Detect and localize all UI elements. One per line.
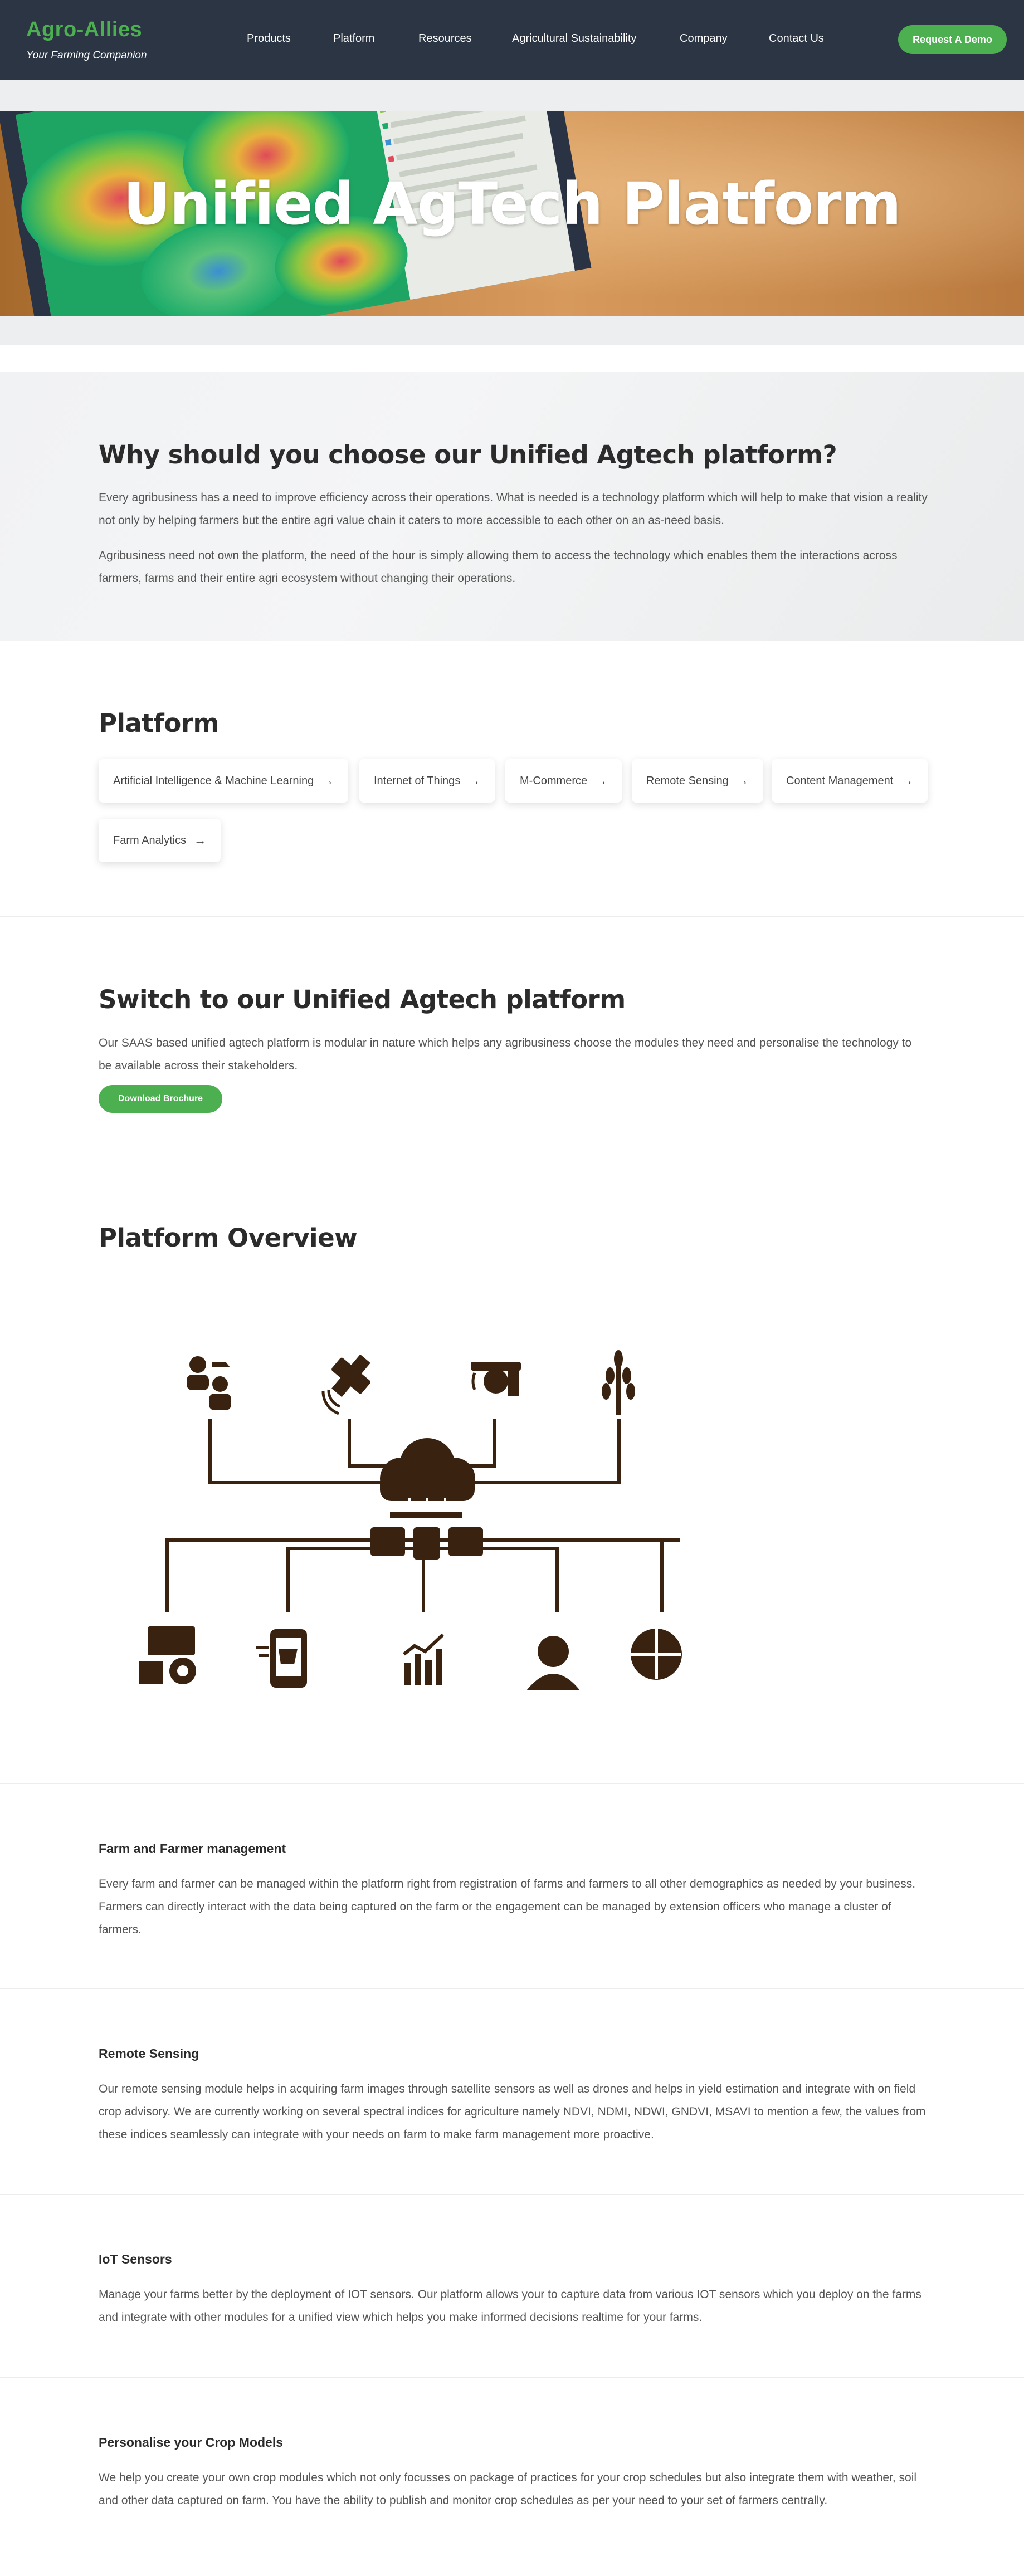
support-agent-icon	[526, 1636, 580, 1690]
chip-label: Remote Sensing	[646, 774, 729, 787]
platform-chip-content-management[interactable]: Content Management →	[772, 759, 928, 803]
overview-title: Platform Overview	[99, 1223, 358, 1253]
chip-label: M-Commerce	[520, 774, 588, 787]
top-navigation-bar: Agro-Allies Your Farming Companion Produ…	[0, 0, 1024, 80]
platform-chip-ai-ml[interactable]: Artificial Intelligence & Machine Learni…	[99, 759, 349, 803]
section-divider	[0, 916, 1024, 917]
platform-chip-m-commerce[interactable]: M-Commerce →	[505, 759, 622, 803]
hero-banner: Unified AgTech Platform	[0, 111, 1024, 316]
brand-tagline: Your Farming Companion	[26, 50, 147, 61]
feature-text: Our remote sensing module helps in acqui…	[99, 2083, 926, 2141]
feature-text: Every farm and farmer can be managed wit…	[99, 1878, 916, 1936]
chip-label: Artificial Intelligence & Machine Learni…	[113, 774, 314, 787]
switch-paragraph: Our SAAS based unified agtech platform i…	[99, 1037, 912, 1072]
arrow-right-icon: →	[736, 774, 749, 788]
section-divider	[0, 1783, 1024, 1784]
arrow-right-icon: →	[901, 774, 914, 788]
main-menu: Products Platform Resources Agricultural…	[0, 32, 1024, 49]
why-paragraph-1: Every agribusiness has a need to improve…	[99, 491, 928, 527]
mobile-commerce-icon	[256, 1629, 307, 1688]
section-divider	[0, 1988, 1024, 1989]
platform-title: Platform	[99, 708, 219, 738]
nav-link-company[interactable]: Company	[680, 32, 728, 45]
section-divider	[0, 2377, 1024, 2378]
chip-label: Internet of Things	[374, 774, 461, 787]
download-brochure-button[interactable]: Download Brochure	[99, 1085, 222, 1113]
chip-label: Farm Analytics	[113, 834, 187, 847]
hero-title: Unified AgTech Platform	[123, 170, 901, 238]
nav-link-contact-us[interactable]: Contact Us	[769, 32, 824, 45]
integration-puzzle-icon	[631, 1629, 682, 1680]
feature-title: Personalise your Crop Models	[99, 2435, 284, 2450]
section-divider	[0, 2194, 1024, 2195]
why-content: Why should you choose our Unified Agtech…	[99, 440, 934, 590]
dashboard-icon	[139, 1626, 196, 1684]
request-demo-button[interactable]: Request A Demo	[898, 25, 1007, 54]
platform-chip-farm-analytics[interactable]: Farm Analytics →	[99, 819, 221, 862]
why-paragraph-2: Agribusiness need not own the platform, …	[99, 549, 898, 585]
feature-text: Manage your farms better by the deployme…	[99, 2288, 921, 2324]
arrow-right-icon: →	[321, 774, 334, 788]
nav-link-platform[interactable]: Platform	[333, 32, 374, 45]
feature-title: Remote Sensing	[99, 2046, 199, 2061]
nav-link-agricultural-sustainability[interactable]: Agricultural Sustainability	[512, 32, 636, 45]
platform-chip-remote-sensing[interactable]: Remote Sensing →	[632, 759, 763, 803]
why-title: Why should you choose our Unified Agtech…	[99, 440, 837, 470]
feature-title: IoT Sensors	[99, 2252, 172, 2266]
feature-text: We help you create your own crop modules…	[99, 2471, 917, 2507]
arrow-right-icon: →	[468, 774, 481, 788]
switch-title: Switch to our Unified Agtech platform	[99, 985, 626, 1014]
nav-link-resources[interactable]: Resources	[418, 32, 472, 45]
iot-icon	[471, 1362, 521, 1396]
analytics-icon	[403, 1633, 445, 1685]
platform-overview-diagram	[139, 1350, 682, 1690]
feature-title: Farm and Farmer management	[99, 1841, 286, 1856]
arrow-right-icon: →	[595, 774, 608, 788]
farmers-icon	[187, 1356, 231, 1410]
why-choose-section: Why should you choose our Unified Agtech…	[0, 372, 1024, 641]
chip-label: Content Management	[786, 774, 894, 787]
crop-icon	[602, 1350, 635, 1415]
arrow-right-icon: →	[194, 833, 207, 847]
nav-link-products[interactable]: Products	[247, 32, 291, 45]
platform-chip-iot[interactable]: Internet of Things →	[359, 759, 495, 803]
